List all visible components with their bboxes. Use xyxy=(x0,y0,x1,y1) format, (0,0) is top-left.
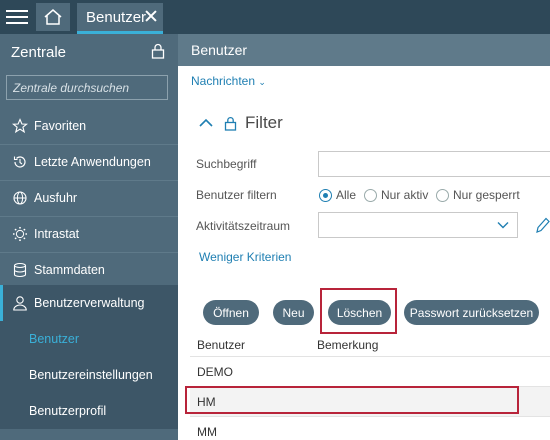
top-bar: Benutzer xyxy=(0,0,550,34)
passwort-zuruecksetzen-button[interactable]: Passwort zurücksetzen xyxy=(404,300,539,325)
oeffnen-button[interactable]: Öffnen xyxy=(203,300,259,325)
home-button[interactable] xyxy=(36,3,70,31)
tab-label: Benutzer xyxy=(86,8,147,26)
radio-label: Nur gesperrt xyxy=(453,188,520,202)
sidebar-search-input[interactable] xyxy=(6,75,168,100)
suchbegriff-label: Suchbegriff xyxy=(196,157,257,171)
hamburger-menu-icon[interactable] xyxy=(6,7,28,27)
radio-button[interactable] xyxy=(436,188,449,202)
sidebar-item-label: Stammdaten xyxy=(34,263,105,277)
sidebar-item-benutzerverwaltung[interactable]: Benutzerverwaltung xyxy=(0,285,178,321)
globe-stars-icon xyxy=(12,226,28,242)
radio-alle[interactable]: Alle xyxy=(319,188,356,202)
sidebar-item-label: Benutzerverwaltung xyxy=(34,296,145,310)
lock-icon[interactable] xyxy=(151,43,165,59)
nachrichten-dropdown[interactable]: Nachrichten ⌄ xyxy=(191,74,266,88)
sidebar-item-letzte-anwendungen[interactable]: Letzte Anwendungen xyxy=(0,144,178,180)
sidebar-subitem-benutzer[interactable]: Benutzer xyxy=(0,321,178,357)
highlight-box-row-hm xyxy=(185,386,519,414)
suchbegriff-input[interactable] xyxy=(318,151,550,177)
filter-title: Filter xyxy=(245,113,283,132)
filter-header[interactable]: Filter xyxy=(198,113,283,133)
cell-benutzer: DEMO xyxy=(197,364,233,379)
tab-benutzer[interactable]: Benutzer xyxy=(77,3,163,34)
highlight-box-loeschen xyxy=(320,288,397,334)
benutzer-filtern-label: Benutzer filtern xyxy=(196,188,277,202)
radio-nur-gesperrt[interactable]: Nur gesperrt xyxy=(436,188,520,202)
page-title: Benutzer xyxy=(178,34,550,66)
radio-nur-aktiv[interactable]: Nur aktiv xyxy=(364,188,428,202)
sidebar-item-favoriten[interactable]: Favoriten xyxy=(0,108,178,144)
user-icon xyxy=(12,295,28,311)
history-icon xyxy=(12,154,28,170)
sidebar-item-label: Letzte Anwendungen xyxy=(34,155,151,169)
chevron-up-icon[interactable] xyxy=(198,117,214,129)
sidebar-item-ausfuhr[interactable]: Ausfuhr xyxy=(0,180,178,216)
sidebar-subitem-benutzereinstellungen[interactable]: Benutzereinstellungen xyxy=(0,357,178,393)
aktivitaetszeitraum-select[interactable] xyxy=(318,212,518,238)
aktivitaetszeitraum-label: Aktivitätszeitraum xyxy=(196,219,291,233)
sidebar-subitem-benutzerprofil[interactable]: Benutzerprofil xyxy=(0,393,178,429)
sidebar-title: Zentrale xyxy=(11,44,67,61)
sidebar: Zentrale Favoriten Letzte Anwendungen Au… xyxy=(0,34,178,440)
radio-label: Alle xyxy=(336,188,357,202)
chevron-down-icon xyxy=(497,222,509,229)
sidebar-item-label: Favoriten xyxy=(34,119,87,133)
sidebar-item-stammdaten[interactable]: Stammdaten xyxy=(0,252,178,288)
column-header-bemerkung[interactable]: Bemerkung xyxy=(317,338,378,352)
radio-label: Nur aktiv xyxy=(381,188,429,202)
neu-button[interactable]: Neu xyxy=(273,300,314,325)
pencil-icon[interactable] xyxy=(535,216,550,234)
sidebar-item-label: Ausfuhr xyxy=(34,191,78,205)
radio-button-selected[interactable] xyxy=(319,188,332,202)
sidebar-item-label: Intrastat xyxy=(34,227,80,241)
weniger-kriterien-link[interactable]: Weniger Kriterien xyxy=(199,250,291,264)
lock-icon[interactable] xyxy=(224,116,237,131)
column-header-benutzer[interactable]: Benutzer xyxy=(197,338,245,352)
table-row[interactable]: DEMO xyxy=(190,356,550,386)
globe-icon xyxy=(12,190,28,206)
radio-button[interactable] xyxy=(364,188,377,202)
close-icon[interactable] xyxy=(144,9,158,23)
sidebar-item-intrastat[interactable]: Intrastat xyxy=(0,216,178,252)
table-row[interactable]: MM xyxy=(190,416,550,440)
home-icon xyxy=(44,9,62,25)
chevron-down-icon: ⌄ xyxy=(258,77,266,87)
database-icon xyxy=(12,262,28,278)
star-icon xyxy=(12,118,28,134)
nachrichten-label: Nachrichten xyxy=(191,74,256,88)
cell-benutzer: MM xyxy=(197,424,217,439)
